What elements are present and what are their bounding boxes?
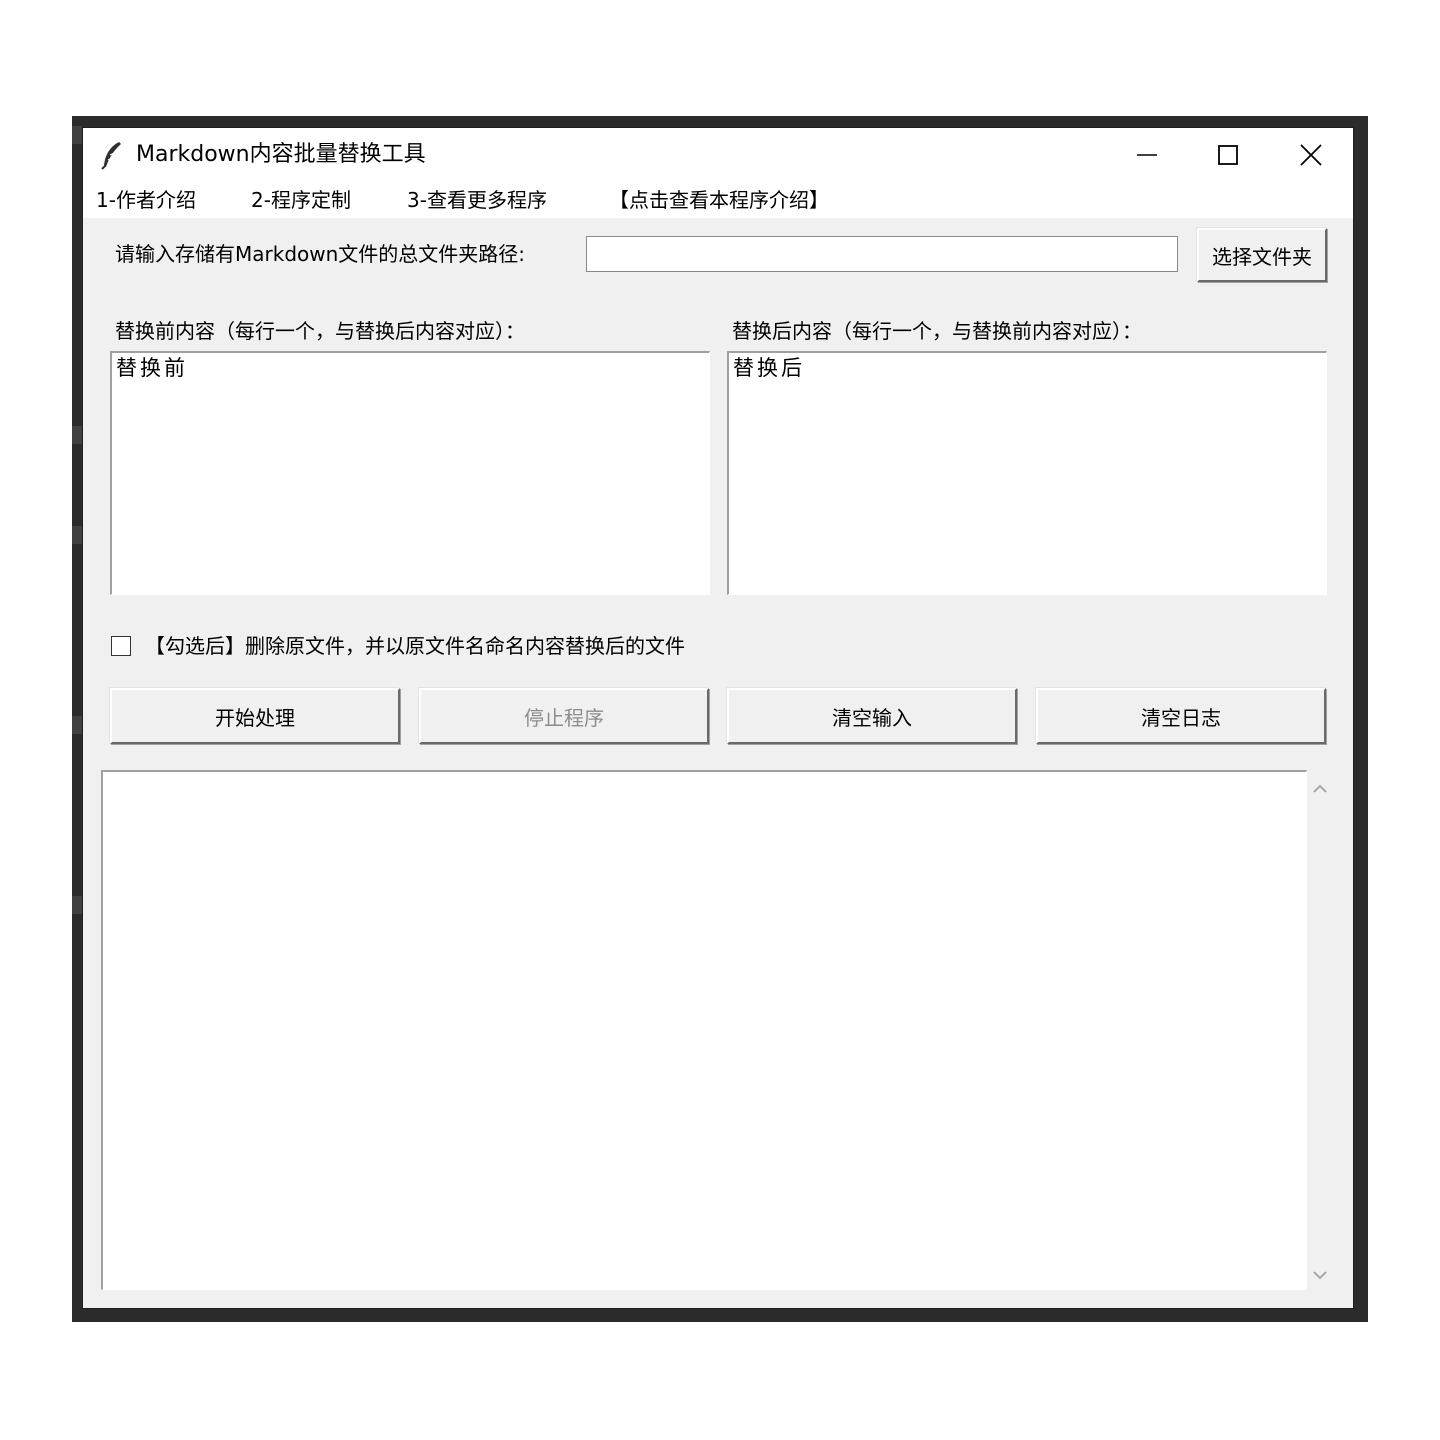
scroll-up-button[interactable]	[1307, 774, 1333, 804]
before-content-textarea[interactable]: 替换前	[110, 351, 710, 595]
chevron-up-icon	[1313, 784, 1327, 793]
background-fragment	[72, 426, 82, 444]
folder-path-input[interactable]	[586, 236, 1178, 272]
menu-author[interactable]: 1-作者介绍	[96, 187, 196, 213]
delete-original-checkbox[interactable]	[111, 636, 131, 656]
background-fragment	[72, 126, 82, 144]
title-bar[interactable]: Markdown内容批量替换工具	[83, 128, 1353, 182]
close-icon	[1300, 144, 1322, 166]
delete-original-label: 【勾选后】删除原文件，并以原文件名命名内容替换后的文件	[145, 634, 685, 658]
menu-more-programs[interactable]: 3-查看更多程序	[407, 187, 547, 213]
menu-bar: 1-作者介绍 2-程序定制 3-查看更多程序 【点击查看本程序介绍】	[83, 182, 1353, 218]
log-scrollbar[interactable]	[1307, 770, 1333, 1290]
maximize-button[interactable]	[1188, 128, 1268, 182]
minimize-button[interactable]	[1107, 128, 1187, 182]
background-fragment	[72, 526, 82, 544]
app-window: Markdown内容批量替换工具 1-作者介绍 2-程序定制 3-查看更多程序 …	[83, 128, 1353, 1308]
menu-customize[interactable]: 2-程序定制	[251, 187, 351, 213]
maximize-icon	[1218, 145, 1238, 165]
after-content-label: 替换后内容（每行一个，与替换前内容对应）：	[732, 319, 1142, 343]
minimize-icon	[1137, 154, 1157, 156]
start-processing-button[interactable]: 开始处理	[110, 688, 400, 744]
scroll-down-button[interactable]	[1307, 1260, 1333, 1290]
before-content-label: 替换前内容（每行一个，与替换后内容对应）：	[115, 319, 525, 343]
after-content-textarea[interactable]: 替换后	[727, 351, 1327, 595]
chevron-down-icon	[1313, 1271, 1327, 1280]
menu-program-intro[interactable]: 【点击查看本程序介绍】	[609, 187, 829, 213]
background-fragment	[72, 716, 82, 734]
close-button[interactable]	[1271, 128, 1351, 182]
log-output-textarea[interactable]	[101, 770, 1307, 1290]
window-title: Markdown内容批量替换工具	[136, 142, 426, 167]
folder-path-label: 请输入存储有Markdown文件的总文件夹路径:	[115, 242, 526, 266]
clear-log-button[interactable]: 清空日志	[1036, 688, 1326, 744]
feather-icon	[101, 142, 121, 170]
background-fragment	[72, 896, 82, 914]
clear-input-button[interactable]: 清空输入	[727, 688, 1017, 744]
stop-program-button[interactable]: 停止程序	[419, 688, 709, 744]
browse-folder-button[interactable]: 选择文件夹	[1197, 228, 1327, 282]
